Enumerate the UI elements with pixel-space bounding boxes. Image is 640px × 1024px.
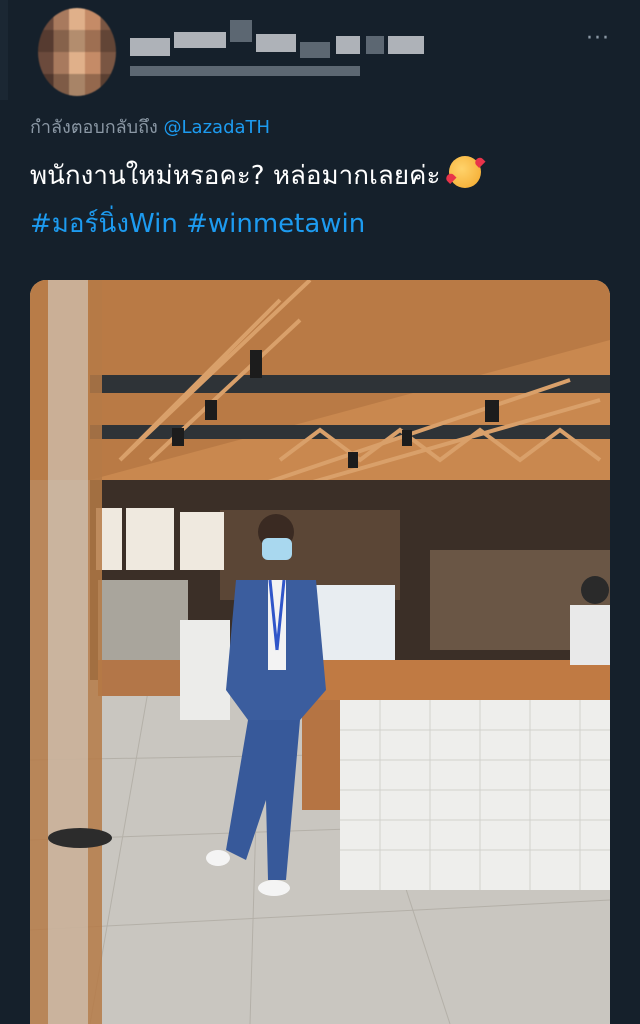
mention-link[interactable]: @LazadaTH — [164, 117, 271, 138]
smiling-face-with-hearts-icon — [448, 156, 481, 188]
hashtag-link[interactable]: #มอร์นิ่งWin — [30, 209, 178, 239]
tweet-photo[interactable] — [30, 280, 610, 1024]
tweet-body: พนักงานใหม่หรอคะ? หล่อมากเลยค่ะ — [30, 161, 441, 191]
avatar[interactable] — [38, 8, 116, 96]
cafe-photo-illustration — [30, 280, 610, 1024]
author-name-blurred[interactable] — [130, 20, 430, 80]
tweet-text: พนักงานใหม่หรอคะ? หล่อมากเลยค่ะ #มอร์นิ่… — [30, 152, 620, 248]
avatar-blur — [38, 8, 116, 96]
replying-to-label: กำลังตอบกลับถึง — [30, 117, 158, 138]
tweet-card: ··· กำลังตอบกลับถึง @LazadaTH พนักงานใหม… — [0, 0, 640, 1024]
gutter — [0, 0, 8, 100]
hashtag-link[interactable]: #winmetawin — [186, 209, 365, 239]
more-options-button[interactable]: ··· — [586, 26, 610, 51]
replying-to: กำลังตอบกลับถึง @LazadaTH — [30, 112, 270, 141]
